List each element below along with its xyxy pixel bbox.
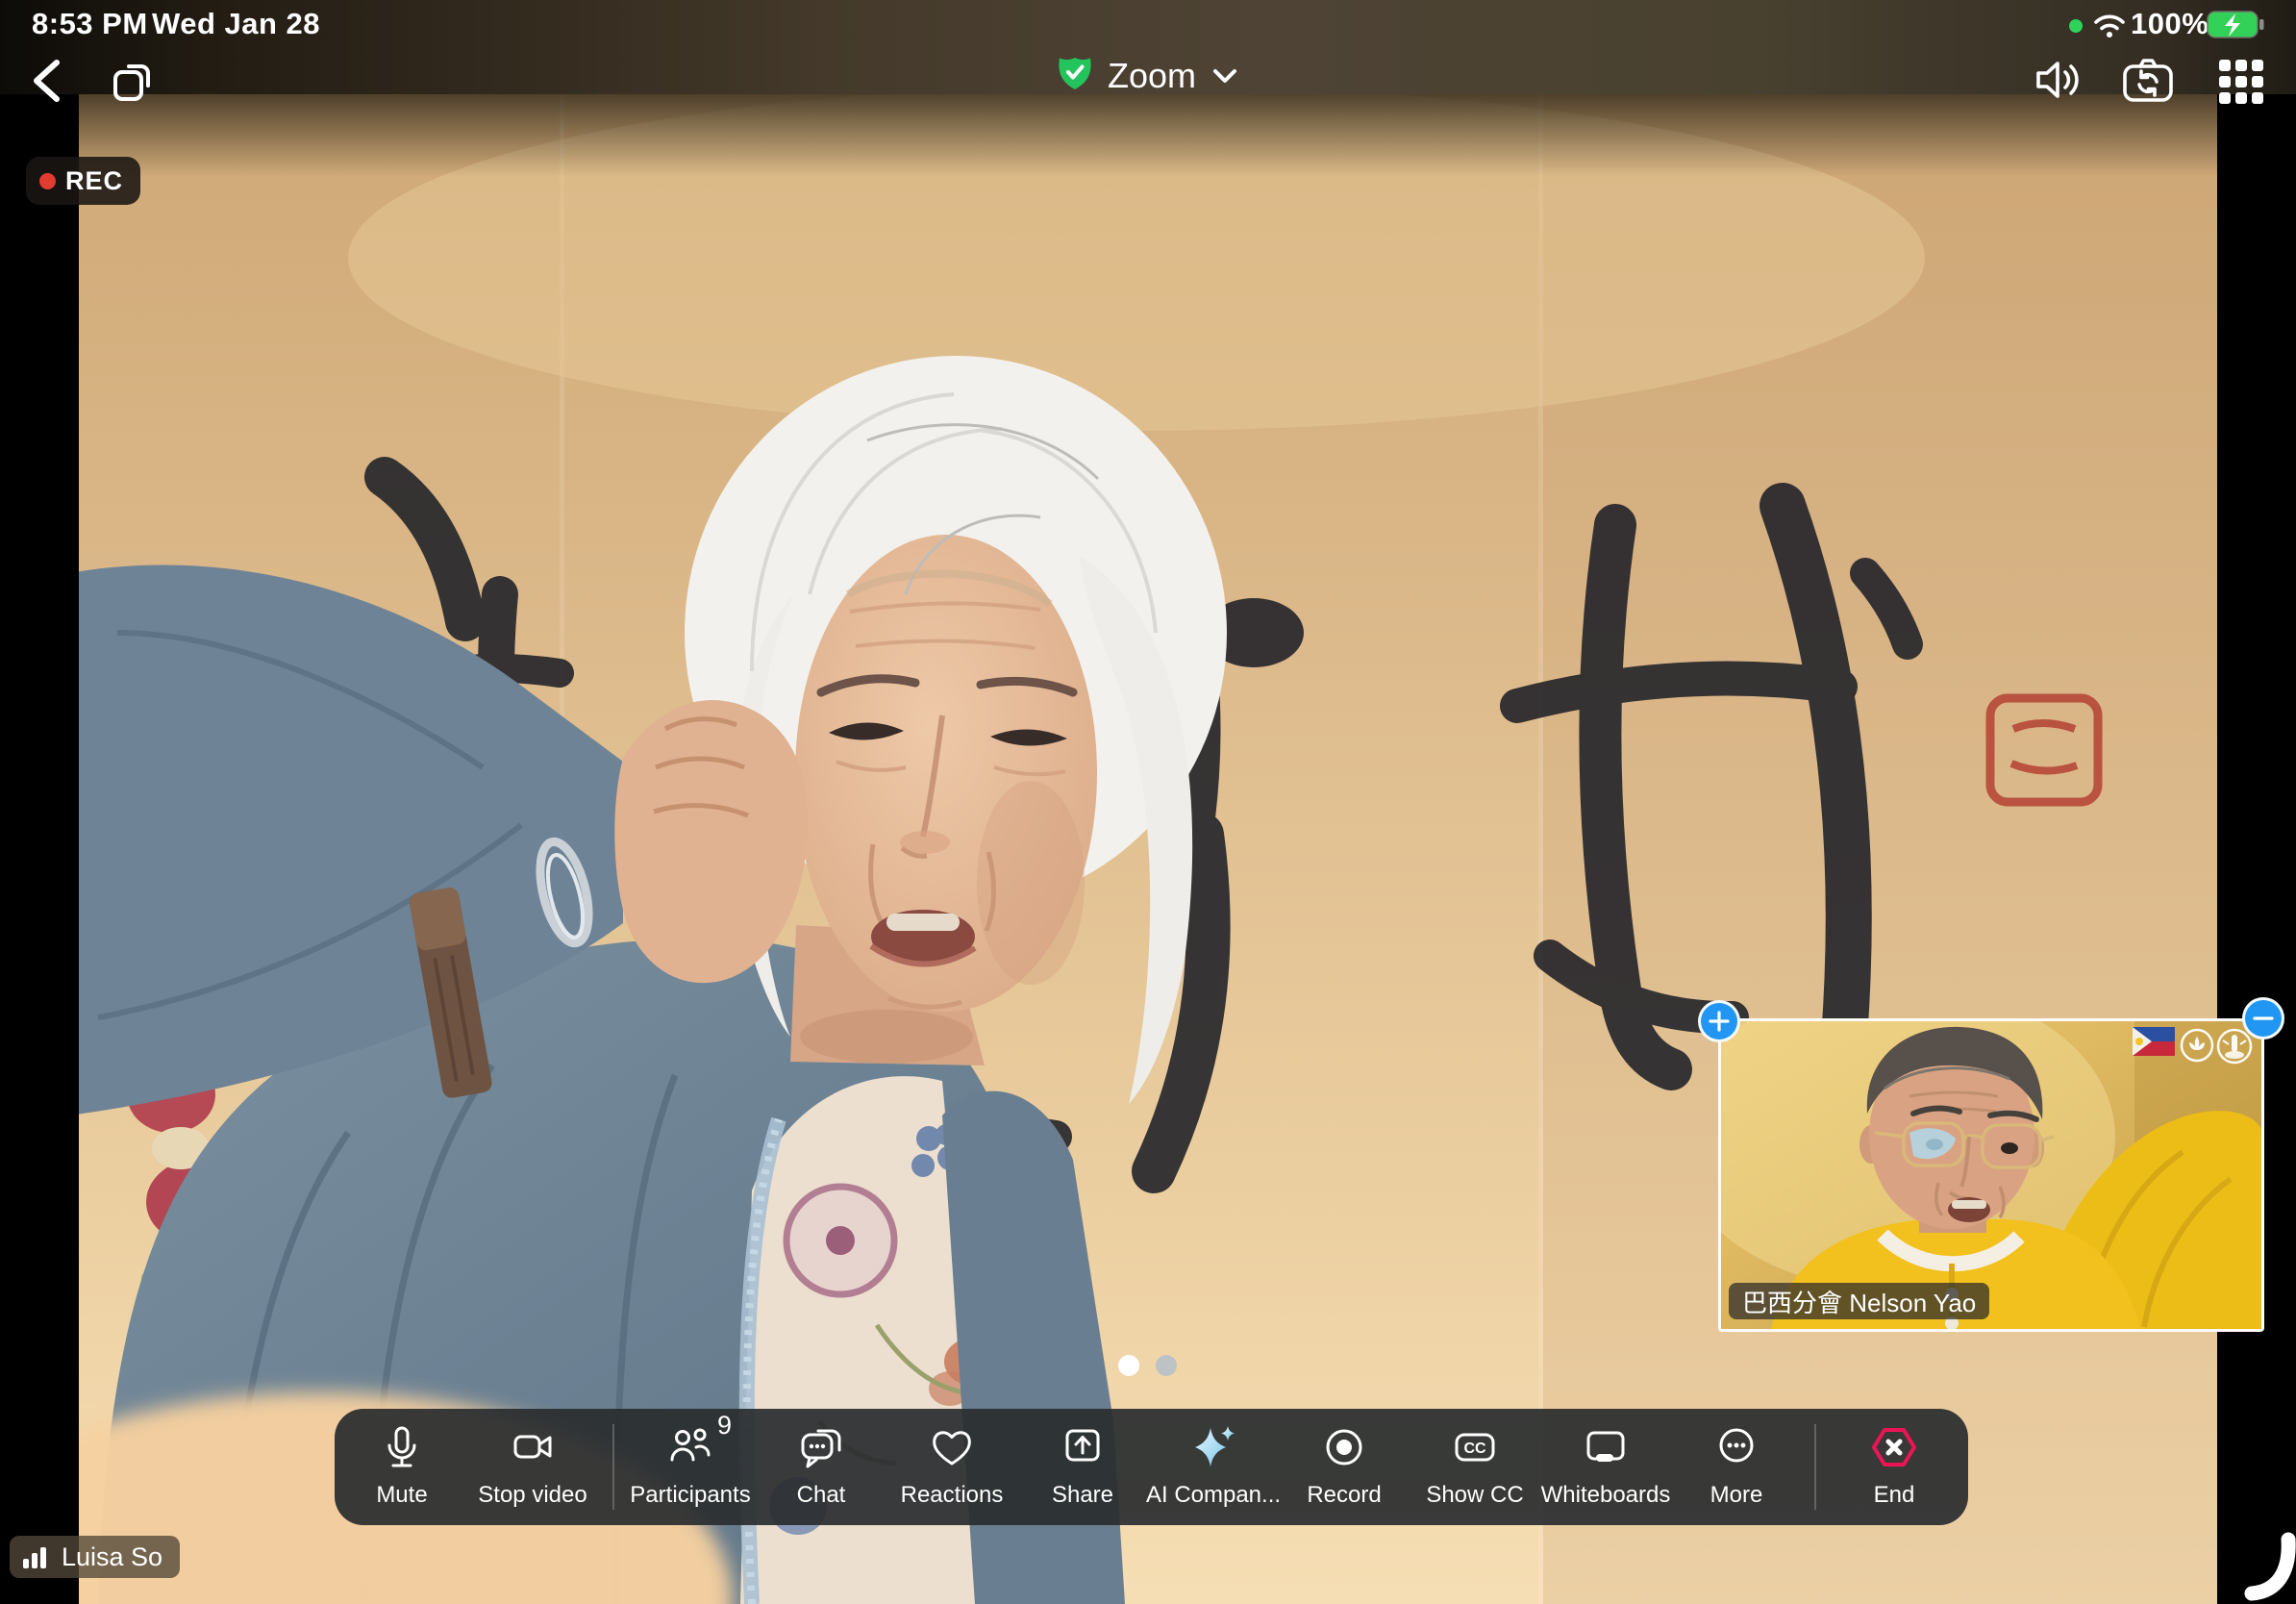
- clock-time: 8:53 PM: [32, 7, 148, 41]
- toolbar-divider: [612, 1424, 614, 1510]
- record-icon: [1318, 1421, 1370, 1473]
- zoom-meeting-screen: 巴西分會 Nelson Yao REC Luisa So Mute: [0, 0, 2296, 1604]
- reactions-button[interactable]: Reactions: [880, 1409, 1024, 1525]
- stop-video-button[interactable]: Stop video: [461, 1409, 605, 1525]
- self-name-label: Luisa So: [10, 1536, 180, 1578]
- back-button[interactable]: [27, 56, 65, 106]
- svg-text:CC: CC: [1463, 1441, 1486, 1457]
- app-title: Zoom: [1108, 56, 1196, 96]
- plus-icon: [1708, 1010, 1731, 1033]
- end-call-icon: [1868, 1421, 1920, 1473]
- wifi-icon: [2092, 12, 2127, 38]
- recording-dot-icon: [39, 173, 56, 189]
- participants-count-badge: 9: [717, 1411, 732, 1441]
- microphone-icon: [376, 1421, 428, 1473]
- whiteboards-button[interactable]: Whiteboards: [1534, 1409, 1678, 1525]
- corner-arc-decoration: [2217, 1495, 2296, 1604]
- record-button[interactable]: Record: [1272, 1409, 1416, 1525]
- minus-icon: [2252, 1007, 2275, 1030]
- philippines-flag-icon: [2133, 1027, 2175, 1056]
- app-grid-button[interactable]: [2217, 58, 2265, 106]
- multitask-windows-button[interactable]: [108, 58, 156, 104]
- pip-name-label: 巴西分會 Nelson Yao: [1729, 1283, 1989, 1319]
- chevron-down-icon: [1211, 67, 1238, 85]
- share-icon: [1057, 1421, 1109, 1473]
- switch-camera-button[interactable]: [2121, 56, 2175, 104]
- more-button[interactable]: More: [1664, 1409, 1809, 1525]
- audio-level-icon: [21, 1543, 50, 1570]
- speaker-button[interactable]: [2031, 54, 2086, 106]
- pip-minimize-button[interactable]: [2242, 997, 2284, 1040]
- page-dot-active: [1118, 1355, 1139, 1376]
- end-button[interactable]: End: [1822, 1409, 1966, 1525]
- recording-badge: REC: [26, 157, 140, 205]
- page-indicator[interactable]: [1118, 1355, 1177, 1376]
- battery-percent: 100%: [2131, 7, 2209, 41]
- pip-video[interactable]: 巴西分會 Nelson Yao: [1718, 1018, 2264, 1332]
- top-bar: 8:53 PM Wed Jan 28 100% Zoom: [0, 0, 2296, 94]
- clock-date: Wed Jan 28: [152, 7, 320, 41]
- meeting-title-menu[interactable]: Zoom: [1058, 56, 1238, 96]
- share-button[interactable]: Share: [1011, 1409, 1155, 1525]
- battery-charging-icon: [2207, 11, 2264, 39]
- chat-button[interactable]: Chat: [749, 1409, 893, 1525]
- participants-icon: [664, 1421, 716, 1473]
- video-top-shade: [79, 94, 2217, 177]
- heart-icon: [926, 1421, 978, 1473]
- main-video[interactable]: [79, 94, 2217, 1604]
- main-video-scene: [79, 94, 2217, 1604]
- toolbar-divider: [1814, 1424, 1816, 1510]
- chat-bubble-icon: [795, 1421, 847, 1473]
- pip-expand-button[interactable]: [1698, 1000, 1740, 1042]
- video-camera-icon: [507, 1421, 559, 1473]
- closed-captions-icon: CC: [1449, 1421, 1501, 1473]
- show-cc-button[interactable]: CC Show CC: [1403, 1409, 1547, 1525]
- page-dot-inactive: [1156, 1355, 1177, 1376]
- ai-companion-button[interactable]: AI Compan...: [1141, 1409, 1285, 1525]
- whiteboard-icon: [1580, 1421, 1632, 1473]
- camera-active-indicator-icon: [2069, 19, 2083, 33]
- ai-sparkle-icon: [1187, 1421, 1239, 1473]
- participants-button[interactable]: 9 Participants: [618, 1409, 762, 1525]
- security-shield-icon: [1058, 56, 1092, 96]
- mute-button[interactable]: Mute: [330, 1409, 474, 1525]
- ellipsis-icon: [1710, 1421, 1762, 1473]
- meeting-toolbar: Mute Stop video 9 Participants Chat: [335, 1409, 1968, 1525]
